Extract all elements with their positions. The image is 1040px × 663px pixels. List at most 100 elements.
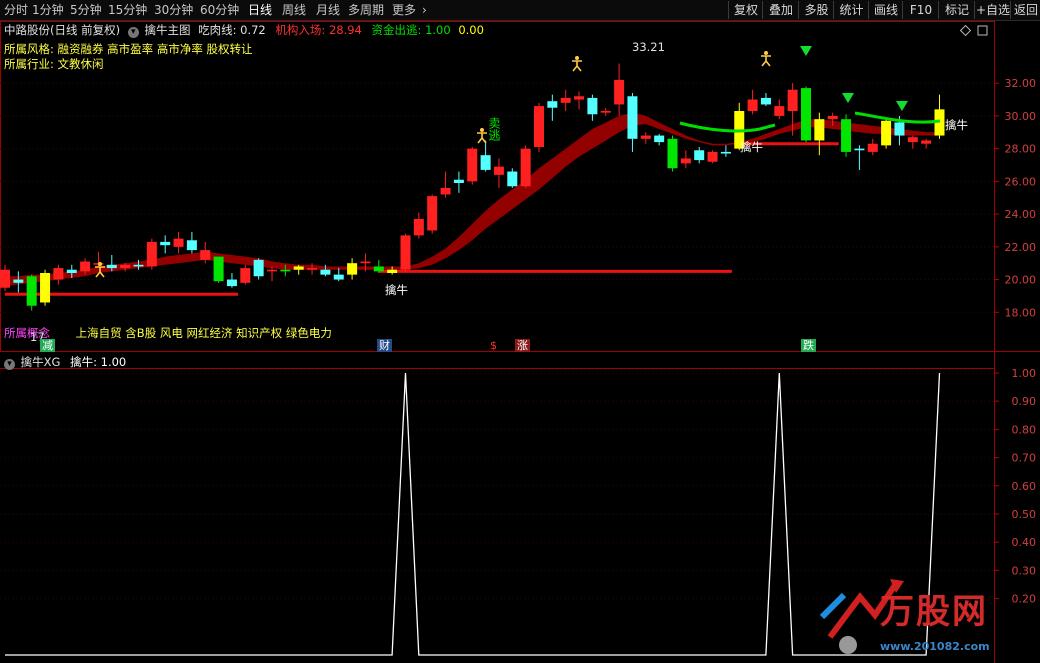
candle-body (707, 151, 718, 162)
period-tab-0[interactable]: 分时 (4, 2, 28, 18)
person-icon (761, 51, 771, 67)
indicator-name[interactable]: 擒牛主图 (144, 23, 190, 37)
green-ma-line-2 (854, 111, 941, 124)
concept-line: 所属概念 上海自贸 含B股 风电 网红经济 知识产权 绿色电力 (4, 326, 332, 340)
price-tick-label: 20.00 (1005, 274, 1037, 287)
sub-header: ▾ 擒牛XG 擒牛: 1.00 (4, 355, 126, 370)
price-tick-label: 26.00 (1005, 175, 1037, 188)
candle-body (173, 238, 184, 247)
signal-tick-label: 0.20 (1012, 593, 1037, 606)
ribbon-band (5, 112, 940, 287)
signal-tick-label: 1.00 (1012, 367, 1037, 380)
jigou-value: 28.94 (328, 23, 362, 37)
down-triangle-icon (842, 93, 854, 103)
square-icon[interactable] (977, 25, 988, 36)
down-triangle-icon (896, 101, 908, 111)
candle-body (373, 266, 384, 272)
candle-body (333, 274, 344, 280)
candle-body (654, 135, 665, 143)
toolbar-button-5[interactable]: F10 (902, 1, 939, 19)
qinniu-label-1: 擒牛 (385, 283, 408, 297)
period-tab-2[interactable]: 5分钟 (70, 2, 102, 18)
toolbar-button-0[interactable]: 复权 (728, 1, 763, 19)
sub-indicator-name[interactable]: 擒牛XG (21, 355, 61, 369)
signal-axis: 1.00 0.90 0.80 0.70 0.60 0.50 0.40 0.30 0.20 (994, 367, 1036, 606)
candle-body (400, 235, 411, 270)
toolbar-button-2[interactable]: 多股 (798, 1, 834, 19)
zijin-value-2: 0.00 (458, 23, 484, 37)
collapse-icon[interactable]: ▾ (127, 27, 139, 38)
watermark-brand: 万股网 (880, 592, 988, 632)
candle-body (480, 155, 491, 170)
toolbar-button-1[interactable]: 叠加 (762, 1, 799, 19)
toolbar-button-7[interactable]: +自选 (974, 1, 1011, 19)
candle-body (280, 269, 291, 272)
concept-tags: 上海自贸 含B股 风电 网红经济 知识产权 绿色电力 (75, 326, 332, 340)
candle-body (760, 97, 771, 105)
qinniu-label-2: 擒牛 (740, 140, 763, 154)
candle-body (133, 264, 144, 267)
candle-body (827, 115, 838, 120)
candle-body (747, 99, 758, 111)
candle-body (774, 106, 785, 116)
toolbar-button-6[interactable]: 标记 (938, 1, 975, 19)
watermark-url: www.201082.com (880, 640, 990, 653)
main-chart-frame (0, 21, 995, 352)
period-tab-4[interactable]: 30分钟 (154, 2, 193, 18)
candle-body (600, 111, 611, 113)
candle-body (587, 97, 598, 115)
toolbar-button-3[interactable]: 统计 (833, 1, 869, 19)
main-header: 中路股份(日线 前复权) ▾ 擒牛主图 吃肉线: 0.72 机构入场: 28.9… (4, 23, 484, 38)
jian-tag: 减 (40, 339, 55, 352)
down-triangle-icon (800, 46, 812, 56)
candle-body (921, 140, 932, 144)
period-tab-1[interactable]: 1分钟 (32, 2, 64, 18)
stock-name[interactable]: 中路股份(日线 前复权) (4, 23, 120, 37)
toolbar-button-4[interactable]: 画线 (868, 1, 903, 19)
period-tab-9[interactable]: 多周期 (348, 2, 384, 18)
period-tab-10[interactable]: 更多 (392, 2, 416, 18)
collapse-icon[interactable]: ▾ (4, 359, 15, 370)
candle-body (106, 264, 117, 269)
green-ma-line (679, 121, 776, 133)
candle-body (560, 97, 571, 103)
price-tick-label: 28.00 (1005, 143, 1037, 156)
candle-body (146, 241, 157, 267)
candle-body (186, 240, 197, 251)
candle-body (307, 268, 318, 270)
price-axis: 32.00 30.00 28.00 26.00 24.00 22.00 20.00 18.00 (994, 77, 1036, 319)
price-tick-label: 24.00 (1005, 208, 1037, 221)
candle-body (520, 148, 531, 187)
sub-value: 1.00 (100, 355, 127, 369)
more-arrow-icon[interactable]: › (422, 2, 427, 18)
period-tab-3[interactable]: 15分钟 (108, 2, 147, 18)
candle-body (720, 151, 731, 154)
candle-body (293, 266, 304, 270)
period-tab-5[interactable]: 60分钟 (200, 2, 239, 18)
jigou-label: 机构入场: (275, 23, 326, 37)
candle-body (854, 148, 865, 151)
signal-tick-label: 0.80 (1012, 423, 1037, 436)
period-tab-7[interactable]: 周线 (282, 2, 306, 18)
toolbar-button-8[interactable]: 返回 (1010, 1, 1040, 19)
zijin-label: 资金出逃: (371, 23, 422, 37)
candle-body (66, 269, 77, 273)
candle-body (801, 88, 811, 141)
candle-body (614, 79, 625, 105)
person-icon (572, 56, 582, 72)
candle-body (547, 101, 558, 108)
signal-tick-label: 0.70 (1012, 452, 1037, 465)
candle-body (507, 171, 518, 187)
candle-body (26, 276, 37, 306)
candle-body (267, 269, 277, 272)
dollar-tag: $ (490, 339, 497, 352)
zhang-tag: 涨 (515, 339, 530, 352)
candle-body (213, 256, 224, 282)
period-tab-6[interactable]: 日线 (248, 2, 272, 18)
signal-tick-label: 0.60 (1012, 480, 1037, 493)
candle-body (493, 166, 504, 175)
candle-body (841, 119, 852, 152)
period-tab-8[interactable]: 月线 (316, 2, 340, 18)
diamond-icon[interactable] (959, 24, 972, 37)
candle-body (667, 138, 678, 169)
